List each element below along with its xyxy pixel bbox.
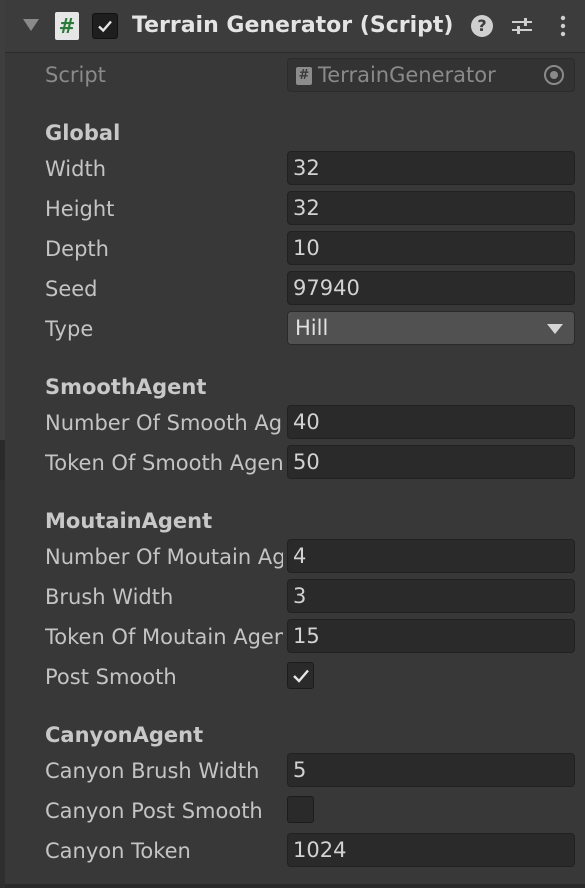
- script-object-field[interactable]: # TerrainGenerator: [287, 58, 575, 92]
- token-of-smooth-agents-input[interactable]: 50: [287, 445, 575, 479]
- token-of-moutain-agents-label: Token Of Moutain Agents: [45, 625, 283, 649]
- component-title: Terrain Generator (Script): [132, 13, 454, 38]
- type-dropdown[interactable]: Hill: [287, 311, 575, 345]
- height-input[interactable]: 32: [287, 191, 575, 225]
- object-picker-icon[interactable]: [544, 65, 564, 85]
- component-enable-checkbox[interactable]: [92, 13, 118, 39]
- depth-input[interactable]: 10: [287, 231, 575, 265]
- canyon-brush-width-input[interactable]: 5: [287, 753, 575, 787]
- seed-label: Seed: [45, 277, 98, 301]
- help-icon[interactable]: ?: [471, 15, 493, 37]
- chevron-down-icon: [547, 324, 563, 334]
- number-of-smooth-agents-input[interactable]: 40: [287, 405, 575, 439]
- script-file-icon: #: [296, 67, 312, 85]
- script-icon: #: [55, 12, 79, 40]
- kebab-menu-icon[interactable]: [553, 14, 577, 38]
- section-canyonagent-header: CanyonAgent: [45, 723, 204, 747]
- canyon-token-label: Canyon Token: [45, 839, 191, 863]
- panel-edge: [0, 0, 5, 888]
- seed-input[interactable]: 97940: [287, 271, 575, 305]
- script-object-name: TerrainGenerator: [318, 63, 496, 87]
- post-smooth-checkbox[interactable]: [287, 662, 314, 689]
- script-label: Script: [45, 63, 106, 87]
- inspector-panel: # Terrain Generator (Script) ? Script # …: [0, 0, 585, 888]
- token-of-smooth-agents-label: Token Of Smooth Agents: [45, 451, 283, 475]
- depth-label: Depth: [45, 237, 109, 261]
- number-of-moutain-agents-label: Number Of Moutain Agents: [45, 545, 283, 569]
- width-input[interactable]: 32: [287, 151, 575, 185]
- canyon-brush-width-label: Canyon Brush Width: [45, 759, 260, 783]
- canyon-token-input[interactable]: 1024: [287, 833, 575, 867]
- number-of-moutain-agents-input[interactable]: 4: [287, 539, 575, 573]
- height-label: Height: [45, 197, 115, 221]
- brush-width-label: Brush Width: [45, 585, 174, 609]
- section-moutainagent-header: MoutainAgent: [45, 509, 213, 533]
- number-of-smooth-agents-label: Number Of Smooth Agents: [45, 411, 283, 435]
- canyon-post-smooth-label: Canyon Post Smooth: [45, 799, 263, 823]
- brush-width-input[interactable]: 3: [287, 579, 575, 613]
- presets-icon[interactable]: [510, 14, 534, 38]
- foldout-arrow-icon[interactable]: [23, 19, 39, 31]
- canyon-post-smooth-checkbox[interactable]: [287, 796, 314, 823]
- token-of-moutain-agents-input[interactable]: 15: [287, 619, 575, 653]
- component-header[interactable]: # Terrain Generator (Script) ?: [5, 0, 585, 53]
- type-dropdown-value: Hill: [295, 316, 329, 340]
- section-global-header: Global: [45, 121, 121, 145]
- section-smoothagent-header: SmoothAgent: [45, 375, 207, 399]
- type-label: Type: [45, 317, 94, 341]
- post-smooth-label: Post Smooth: [45, 665, 177, 689]
- width-label: Width: [45, 157, 107, 181]
- checkmark-icon: [293, 669, 309, 683]
- panel-bottom-border: [5, 884, 585, 888]
- checkmark-icon: [98, 20, 112, 33]
